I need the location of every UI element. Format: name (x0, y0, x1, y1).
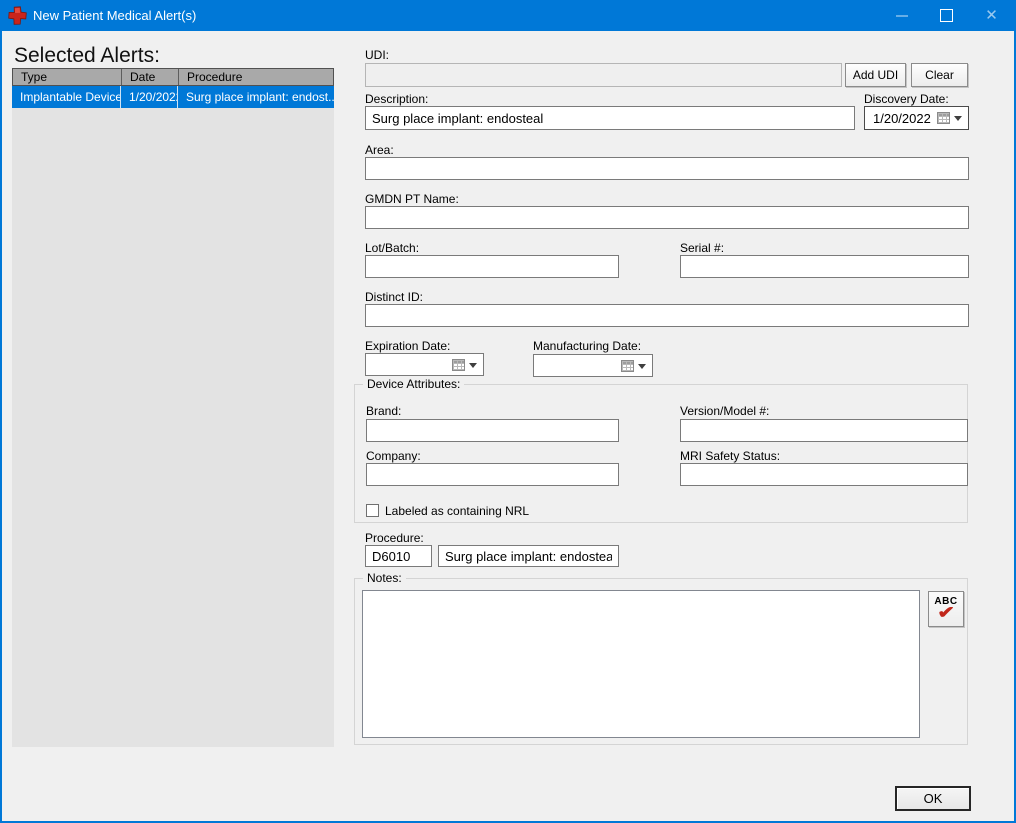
close-icon: ✕ (985, 8, 998, 23)
minimize-button[interactable] (879, 0, 924, 31)
medical-cross-icon (8, 6, 27, 25)
version-model-label: Version/Model #: (680, 404, 769, 418)
dialog-new-patient-medical-alerts: New Patient Medical Alert(s) ✕ Selected … (0, 0, 1016, 823)
clear-button[interactable]: Clear (911, 63, 968, 87)
manufacturing-date-label: Manufacturing Date: (533, 339, 641, 353)
alert-row-selected[interactable]: Implantable Device 1/20/2022 Surg place … (12, 86, 334, 108)
maximize-button[interactable] (924, 0, 969, 31)
udi-label: UDI: (365, 48, 389, 62)
company-input[interactable] (366, 463, 619, 486)
discovery-date-label: Discovery Date: (864, 92, 949, 106)
add-udi-button[interactable]: Add UDI (845, 63, 906, 87)
lot-batch-label: Lot/Batch: (365, 241, 419, 255)
alerts-table-header: Type Date Procedure (12, 68, 334, 86)
window-title: New Patient Medical Alert(s) (33, 8, 196, 23)
ok-button[interactable]: OK (895, 786, 971, 811)
notes-textarea[interactable] (362, 590, 920, 738)
serial-input[interactable] (680, 255, 969, 278)
gmdn-pt-name-input[interactable] (365, 206, 969, 229)
close-button[interactable]: ✕ (969, 0, 1014, 31)
chevron-down-icon (638, 364, 646, 373)
selected-alerts-heading: Selected Alerts: (14, 44, 160, 68)
alert-row-date: 1/20/2022 (120, 86, 177, 108)
area-label: Area: (365, 143, 394, 157)
serial-label: Serial #: (680, 241, 724, 255)
column-header-procedure[interactable]: Procedure (178, 69, 333, 85)
description-input[interactable] (365, 106, 855, 130)
device-attributes-group: Device Attributes: (354, 384, 968, 523)
expiration-date-picker[interactable] (365, 353, 484, 376)
procedure-code-field (365, 545, 432, 567)
calendar-icon (621, 360, 634, 372)
column-header-date[interactable]: Date (121, 69, 178, 85)
procedure-description-field (438, 545, 619, 567)
spellcheck-button[interactable]: ABC ✔ (928, 591, 964, 627)
nrl-checkbox[interactable] (366, 504, 379, 517)
alert-row-type: Implantable Device (12, 86, 120, 108)
brand-label: Brand: (366, 404, 401, 418)
udi-input (365, 63, 842, 87)
brand-input[interactable] (366, 419, 619, 442)
mri-safety-status-label: MRI Safety Status: (680, 449, 780, 463)
column-header-type[interactable]: Type (13, 69, 121, 85)
area-input[interactable] (365, 157, 969, 180)
gmdn-pt-name-label: GMDN PT Name: (365, 192, 459, 206)
device-attributes-legend: Device Attributes: (363, 377, 464, 391)
title-bar[interactable]: New Patient Medical Alert(s) ✕ (0, 0, 1016, 31)
alert-row-procedure: Surg place implant: endost... (177, 86, 334, 108)
company-label: Company: (366, 449, 421, 463)
calendar-icon (937, 112, 950, 124)
distinct-id-label: Distinct ID: (365, 290, 423, 304)
procedure-label: Procedure: (365, 531, 424, 545)
maximize-icon (940, 9, 953, 22)
chevron-down-icon (469, 363, 477, 372)
chevron-down-icon (954, 116, 962, 125)
description-label: Description: (365, 92, 428, 106)
calendar-icon (452, 359, 465, 371)
minimize-icon (896, 15, 908, 17)
lot-batch-input[interactable] (365, 255, 619, 278)
selected-alerts-list[interactable]: Type Date Procedure Implantable Device 1… (12, 68, 334, 747)
distinct-id-input[interactable] (365, 304, 969, 327)
version-model-input[interactable] (680, 419, 968, 442)
manufacturing-date-picker[interactable] (533, 354, 653, 377)
expiration-date-label: Expiration Date: (365, 339, 450, 353)
spellcheck-checkmark-icon: ✔ (937, 606, 955, 620)
discovery-date-value: 1/20/2022 (865, 111, 937, 126)
mri-safety-status-input[interactable] (680, 463, 968, 486)
nrl-checkbox-label: Labeled as containing NRL (385, 504, 529, 518)
notes-legend: Notes: (363, 571, 406, 585)
discovery-date-picker[interactable]: 1/20/2022 (864, 106, 969, 130)
